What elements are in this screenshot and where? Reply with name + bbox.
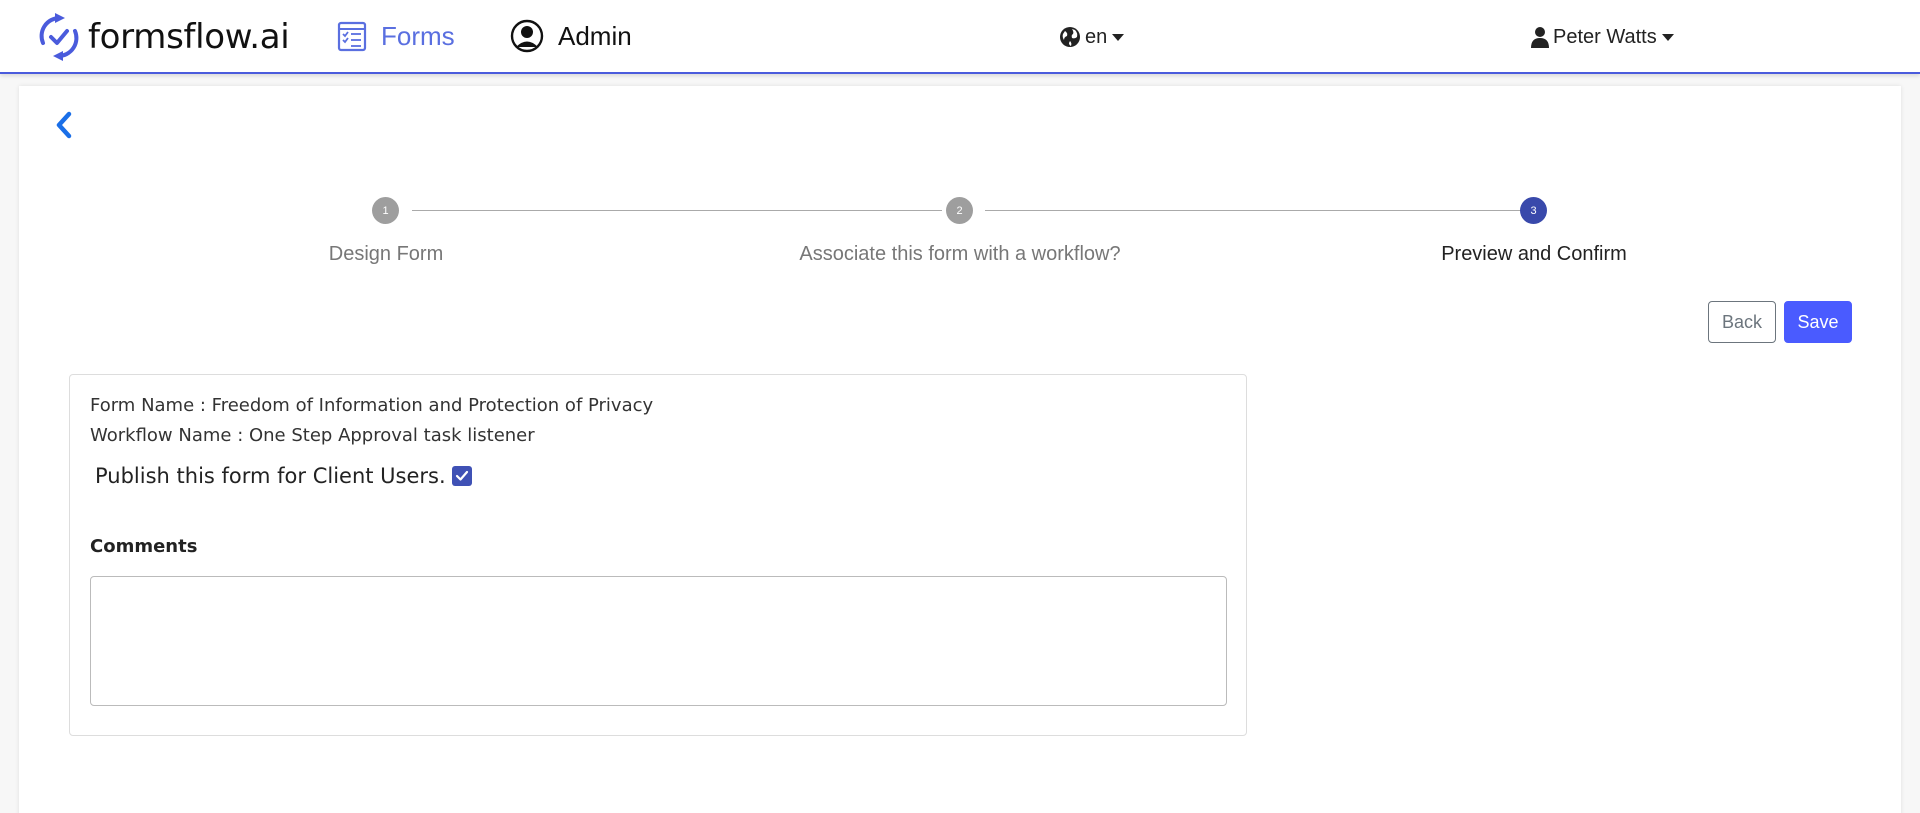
brand-name: formsflow.ai [88,17,290,57]
step-3-label: Preview and Confirm [1441,243,1627,265]
top-navbar: formsflow.ai Forms Admin en Peter Watts [0,0,1920,74]
forms-icon [337,21,367,52]
step-1-circle: 1 [372,197,399,224]
comments-label: Comments [90,536,198,557]
language-dropdown[interactable]: en [1059,22,1125,52]
user-icon [1531,27,1549,48]
globe-icon [1060,27,1080,47]
formsflow-logo-icon [39,13,79,61]
step-2-label: Associate this form with a workflow? [799,243,1121,265]
chevron-down-icon [1661,33,1674,41]
stepper-connector [412,210,942,211]
checkmark-icon [455,470,468,481]
form-name-text: Form Name : Freedom of Information and P… [90,395,654,416]
publish-row: Publish this form for Client Users. [95,464,472,488]
back-button[interactable]: Back [1708,301,1776,343]
comments-textarea[interactable] [90,576,1227,706]
publish-label: Publish this form for Client Users. [95,464,446,488]
step-2-circle: 2 [946,197,973,224]
nav-admin-label: Admin [558,20,632,51]
user-menu-dropdown[interactable]: Peter Watts [1531,22,1674,52]
nav-forms-label: Forms [381,20,455,51]
back-chevron-icon[interactable] [49,108,79,142]
step-1-label: Design Form [328,243,444,265]
preview-panel: Form Name : Freedom of Information and P… [69,374,1247,736]
save-button[interactable]: Save [1784,301,1852,343]
step-3-circle: 3 [1520,197,1547,224]
chevron-down-icon [1112,33,1125,41]
admin-user-icon [510,19,544,53]
publish-checkbox[interactable] [451,466,472,486]
brand-logo[interactable]: formsflow.ai [36,9,290,65]
stepper-connector [985,210,1530,211]
nav-forms[interactable]: Forms [337,18,455,54]
language-label: en [1085,25,1108,48]
main-content-card: 1 2 3 Design Form Associate this form wi… [19,86,1901,813]
nav-admin[interactable]: Admin [510,18,632,54]
workflow-name-text: Workflow Name : One Step Approval task l… [90,425,535,446]
user-name: Peter Watts [1553,25,1657,48]
